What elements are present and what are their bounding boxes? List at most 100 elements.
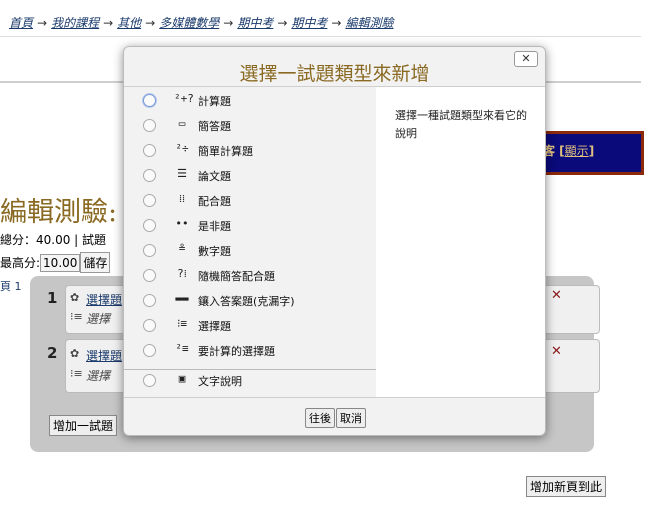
type-label: 簡單計算題	[198, 145, 253, 158]
delete-icon[interactable]: ✕	[551, 288, 562, 303]
type-option-truefalse[interactable]: •• 是非題	[124, 214, 376, 239]
radio-button[interactable]	[143, 194, 156, 207]
breadcrumb-edit-quiz: 編輯測驗	[345, 16, 394, 30]
add-question-button[interactable]: 增加一試題	[49, 415, 118, 436]
radio-button[interactable]	[143, 144, 156, 157]
show-prefix: 客 [	[543, 144, 565, 158]
close-icon: ✕	[521, 52, 531, 65]
breadcrumb-course[interactable]: 多媒體數學	[159, 16, 219, 30]
type-label: 簡答題	[198, 120, 231, 133]
divider	[0, 36, 641, 37]
dialog-title: 選擇一試題類型來新增	[239, 63, 430, 85]
type-label: 論文題	[198, 170, 231, 183]
radio-button[interactable]	[143, 94, 156, 107]
breadcrumb-other[interactable]: 其他	[117, 16, 141, 30]
type-option-multichoice[interactable]: ⁝≡ 選擇題	[124, 314, 376, 339]
type-option-multianswer[interactable]: ▬▬ 鑲入答案題(克漏字)	[124, 289, 376, 314]
type-option-calculatedsimple[interactable]: ²÷ 簡單計算題	[124, 139, 376, 164]
type-option-calculatedmulti[interactable]: ²≡ 要計算的選擇題	[124, 339, 376, 364]
multichoice-icon: ⁝≡	[70, 310, 83, 323]
type-label: 計算題	[198, 95, 231, 108]
type-option-randomsamatch[interactable]: ?⁞ 隨機簡答配合題	[124, 264, 376, 289]
question-number: 2	[47, 344, 58, 362]
type-label: 是非題	[198, 220, 231, 233]
description-pane: 選擇一種試題類型來看它的說明	[376, 87, 545, 397]
radio-button[interactable]	[143, 269, 156, 282]
type-option-match[interactable]: ⁞⁞ 配合題	[124, 189, 376, 214]
dialog-header: 選擇一試題類型來新增 ✕	[124, 47, 545, 87]
add-page-button[interactable]: 增加新頁到此	[526, 476, 607, 497]
multichoice-icon: ⁝≡	[70, 367, 83, 380]
type-label: 選擇題	[198, 320, 231, 333]
page-title: 編輯測驗:	[0, 197, 118, 228]
type-option-shortanswer[interactable]: ▭ 簡答題	[124, 114, 376, 139]
radio-button[interactable]	[143, 119, 156, 132]
radio-button[interactable]	[143, 344, 156, 357]
description-text: 選擇一種試題類型來看它的說明	[395, 109, 527, 140]
gear-icon[interactable]: ✿	[70, 291, 79, 304]
question-link[interactable]: 選擇題	[86, 347, 122, 364]
type-label: 隨機簡答配合題	[198, 270, 275, 283]
divider	[124, 397, 545, 398]
max-grade-label: 最高分:	[0, 256, 41, 270]
breadcrumb-my-courses[interactable]: 我的課程	[51, 16, 99, 30]
description-icon: ▣	[178, 372, 186, 385]
question-number: 1	[47, 289, 58, 307]
essay-icon: ☰	[177, 167, 187, 180]
total-grade-text: 總分：40.00 | 試題	[0, 233, 107, 247]
page-label: 頁 1	[0, 280, 22, 293]
show-link[interactable]: 顯示	[565, 144, 589, 158]
save-button[interactable]: 儲存	[80, 252, 111, 273]
gear-icon[interactable]: ✿	[70, 347, 79, 360]
arrow-right-icon: →	[103, 16, 114, 30]
show-suffix: ]	[588, 144, 595, 158]
truefalse-icon: ••	[175, 217, 189, 230]
type-option-essay[interactable]: ☰ 論文題	[124, 164, 376, 189]
type-option-calculated[interactable]: ²+? 計算題	[124, 89, 376, 114]
question-link[interactable]: 選擇題	[86, 291, 122, 308]
type-label: 要計算的選擇題	[198, 345, 275, 358]
question-type: 選擇	[86, 312, 111, 326]
show-block-text: 客 [顯示]	[543, 142, 594, 159]
type-option-description[interactable]: ▣ 文字說明	[124, 369, 376, 394]
question-type: 選擇	[86, 369, 111, 383]
calculated-icon: ²+?	[174, 92, 194, 105]
type-label: 文字說明	[198, 375, 242, 388]
arrow-right-icon: →	[37, 16, 48, 30]
type-label: 配合題	[198, 195, 231, 208]
next-button[interactable]: 往後	[305, 408, 335, 428]
radio-button[interactable]	[143, 219, 156, 232]
close-button[interactable]: ✕	[514, 51, 538, 67]
arrow-right-icon: →	[331, 16, 342, 30]
arrow-right-icon: →	[277, 16, 288, 30]
calculatedmulti-icon: ²≡	[175, 342, 189, 355]
max-grade-input[interactable]: 10.00	[40, 254, 81, 272]
radio-button[interactable]	[143, 374, 156, 387]
breadcrumb-midterm-1[interactable]: 期中考	[237, 16, 273, 30]
arrow-right-icon: →	[223, 16, 234, 30]
numerical-icon: ≗	[178, 242, 186, 255]
arrow-right-icon: →	[145, 16, 156, 30]
type-label: 數字題	[198, 245, 231, 258]
delete-icon[interactable]: ✕	[551, 344, 562, 359]
question-type-list: ²+? 計算題 ▭ 簡答題 ²÷ 簡單計算題 ☰ 論文題 ⁞⁞ 配合題 •• 是…	[124, 87, 376, 397]
breadcrumb-home[interactable]: 首頁	[9, 16, 33, 30]
breadcrumb-midterm-2[interactable]: 期中考	[291, 16, 327, 30]
breadcrumb: 首頁 → 我的課程 → 其他 → 多媒體數學 → 期中考 → 期中考 → 編輯測驗	[9, 14, 393, 31]
cancel-button[interactable]: 取消	[336, 408, 366, 428]
randomsamatch-icon: ?⁞	[177, 267, 187, 280]
radio-button[interactable]	[143, 319, 156, 332]
breadcrumb-bar: 首頁 → 我的課程 → 其他 → 多媒體數學 → 期中考 → 期中考 → 編輯測驗	[0, 0, 641, 36]
type-label: 鑲入答案題(克漏字)	[198, 295, 295, 308]
radio-button[interactable]	[143, 169, 156, 182]
match-icon: ⁞⁞	[178, 192, 186, 205]
multianswer-icon: ▬▬	[175, 292, 189, 305]
max-grade-row: 最高分: 10.00 儲存	[0, 252, 111, 273]
multichoice-icon: ⁝≡	[176, 317, 188, 330]
radio-button[interactable]	[143, 294, 156, 307]
radio-button[interactable]	[143, 244, 156, 257]
shortanswer-icon: ▭	[178, 117, 186, 130]
calculatedsimple-icon: ²÷	[175, 142, 189, 155]
add-question-dialog: 選擇一試題類型來新增 ✕ ²+? 計算題 ▭ 簡答題 ²÷ 簡單計算題 ☰ 論文…	[123, 46, 546, 436]
type-option-numerical[interactable]: ≗ 數字題	[124, 239, 376, 264]
